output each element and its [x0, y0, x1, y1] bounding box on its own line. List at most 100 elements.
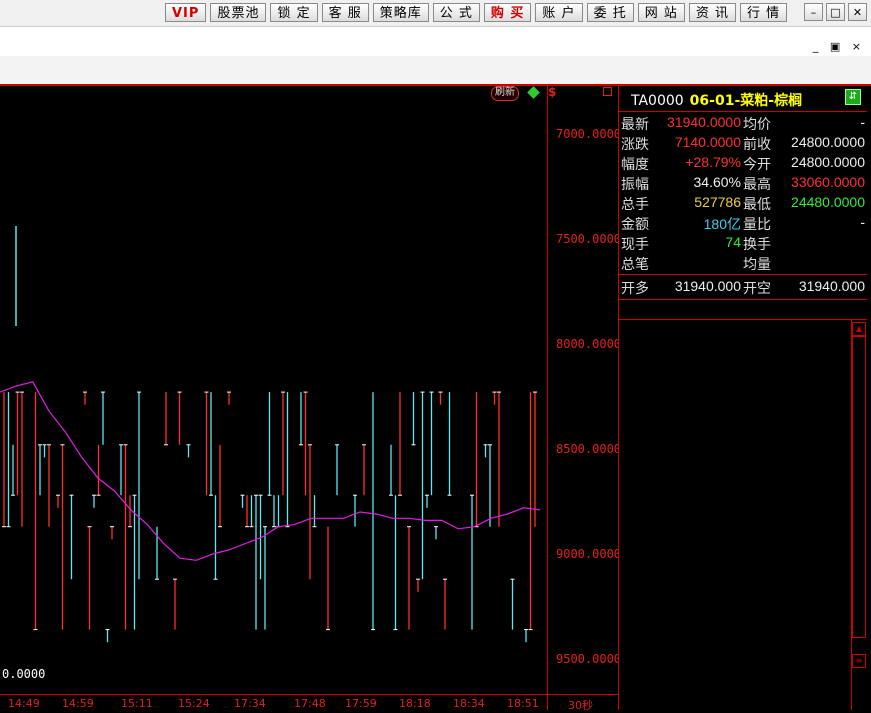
quote-label: 最新 [621, 117, 649, 133]
divider [619, 319, 867, 320]
open-long-label: 开多 [621, 281, 649, 297]
divider [619, 111, 867, 112]
divider [619, 274, 867, 275]
quote-label: 总手 [621, 197, 649, 213]
axis-divider [547, 86, 548, 710]
x-tick-label: 17:59 [345, 697, 377, 710]
x-tick-label: 15:11 [121, 697, 153, 710]
quote-value: 34.60% [693, 174, 741, 190]
x-tick-label: 30秒 [568, 699, 593, 712]
header-strip [0, 56, 871, 86]
x-tick-label: 18:34 [453, 697, 485, 710]
quote-label: 今开 [743, 157, 771, 173]
quote-value: 180亿 [703, 216, 741, 232]
x-tick-label: 17:34 [234, 697, 266, 710]
sub-window-controls[interactable]: _ ▣ × [813, 40, 865, 53]
quote-value: 24800.0000 [791, 154, 865, 170]
x-tick-label: 18:51 [507, 697, 539, 710]
quote-label: 现手 [621, 237, 649, 253]
x-tick-label: 15:24 [178, 697, 210, 710]
axis-toggle-icon[interactable] [603, 87, 612, 96]
quote-label: 金额 [621, 217, 649, 233]
quote-value: - [860, 214, 865, 230]
stock-pool-button[interactable]: 股票池 [210, 3, 267, 22]
current-price-label: 0.0000 [2, 667, 46, 681]
maximize-button[interactable]: □ [826, 3, 845, 21]
y-tick-label: 9500.0000 [556, 652, 622, 666]
refresh-button[interactable]: 刷新 [491, 86, 519, 101]
quote-row: 振幅 34.60% 最高 33060.0000 [619, 174, 867, 194]
quote-label: 幅度 [621, 157, 649, 173]
scrollbar[interactable]: ▲ ≡ [851, 320, 866, 710]
quote-label: 最低 [743, 197, 771, 213]
quote-label: 量比 [743, 217, 771, 233]
quote-label: 涨跌 [621, 137, 649, 153]
quote-label: 振幅 [621, 177, 649, 193]
scroll-up-icon[interactable]: ▲ [852, 322, 866, 336]
quote-row: 涨跌 7140.0000 前收 24800.0000 [619, 134, 867, 154]
contract-code: TA0000 [631, 93, 684, 109]
x-tick-label: 14:59 [62, 697, 94, 710]
quote-label: 均价 [743, 117, 771, 133]
refresh-icon[interactable]: ⇵ [845, 89, 861, 105]
x-tick-label: 18:18 [399, 697, 431, 710]
service-button[interactable]: 客 服 [321, 3, 369, 22]
quote-value: 33060.0000 [791, 174, 865, 190]
y-tick-label: 8000.0000 [556, 337, 622, 351]
quote-row: 幅度 +28.79% 今开 24800.0000 [619, 154, 867, 174]
quote-value: +28.79% [685, 154, 741, 170]
quote-label: 均量 [743, 257, 771, 273]
open-short-value: 31940.000 [798, 278, 865, 294]
buy-button[interactable]: 购 买 [483, 3, 532, 22]
vip-button[interactable]: VIP [165, 3, 207, 22]
x-tick-label: 14:49 [8, 697, 40, 710]
account-button[interactable]: 账 户 [535, 3, 583, 22]
open-long-value: 31940.000 [674, 278, 741, 294]
quotes-button[interactable]: 行 情 [739, 3, 788, 22]
quote-label: 前收 [743, 137, 771, 153]
website-button[interactable]: 网 站 [637, 3, 685, 22]
chart-canvas [0, 226, 541, 643]
minimize-button[interactable]: – [804, 3, 823, 21]
quote-row: 现手 74 换手 [619, 234, 867, 254]
menu-bar [0, 26, 871, 57]
x-axis-line [0, 694, 548, 695]
contract-title: TA0000 06-01-菜粕-棕榈 [631, 90, 802, 110]
quote-value: 527786 [694, 194, 741, 210]
y-tick-label: 7000.0000 [556, 127, 622, 141]
dollar-icon[interactable]: $ [548, 85, 556, 99]
quote-row: 最新 31940.0000 均价 - [619, 114, 867, 134]
window-controls: – □ ✕ [804, 3, 867, 21]
quote-panel: TA0000 06-01-菜粕-棕榈 ⇵ 最新 31940.0000 均价 - 涨跌 714… [618, 86, 871, 710]
quote-value: 74 [725, 234, 741, 250]
scroll-track[interactable] [852, 336, 866, 638]
x-tick-label: 17:48 [294, 697, 326, 710]
scroll-down-icon[interactable]: ≡ [852, 654, 866, 668]
quote-value: 24480.0000 [791, 194, 865, 210]
quote-value: 31940.0000 [667, 114, 741, 130]
quote-row: 总手 527786 最低 24480.0000 [619, 194, 867, 214]
contract-name: 06-01-菜粕-棕榈 [689, 93, 803, 109]
open-short-label: 开空 [743, 281, 771, 297]
quote-row: 金额 180亿 量比 - [619, 214, 867, 234]
quote-label: 换手 [743, 237, 771, 253]
quote-label: 最高 [743, 177, 771, 193]
toolbar-buttons: VIP 股票池 锁 定 客 服 策略库 公 式 购 买 账 户 委 托 网 站 … [165, 3, 788, 22]
quote-value: 24800.0000 [791, 134, 865, 150]
quote-label: 总笔 [621, 257, 649, 273]
axis-bottom-line [548, 694, 618, 695]
lock-button[interactable]: 锁 定 [270, 3, 318, 22]
info-button[interactable]: 资 讯 [688, 3, 736, 22]
intraday-chart[interactable] [0, 86, 548, 710]
quote-row: 总笔 均量 [619, 254, 867, 274]
formula-button[interactable]: 公 式 [432, 3, 480, 22]
open-row: 开多 31940.000 开空 31940.000 [619, 278, 867, 298]
top-toolbar: VIP 股票池 锁 定 客 服 策略库 公 式 购 买 账 户 委 托 网 站 … [0, 0, 871, 26]
entrust-button[interactable]: 委 托 [586, 3, 634, 22]
strategy-button[interactable]: 策略库 [372, 3, 429, 22]
close-button[interactable]: ✕ [848, 3, 867, 21]
y-tick-label: 9000.0000 [556, 547, 622, 561]
quote-value: - [860, 114, 865, 130]
y-tick-label: 7500.0000 [556, 232, 622, 246]
divider [619, 299, 867, 300]
